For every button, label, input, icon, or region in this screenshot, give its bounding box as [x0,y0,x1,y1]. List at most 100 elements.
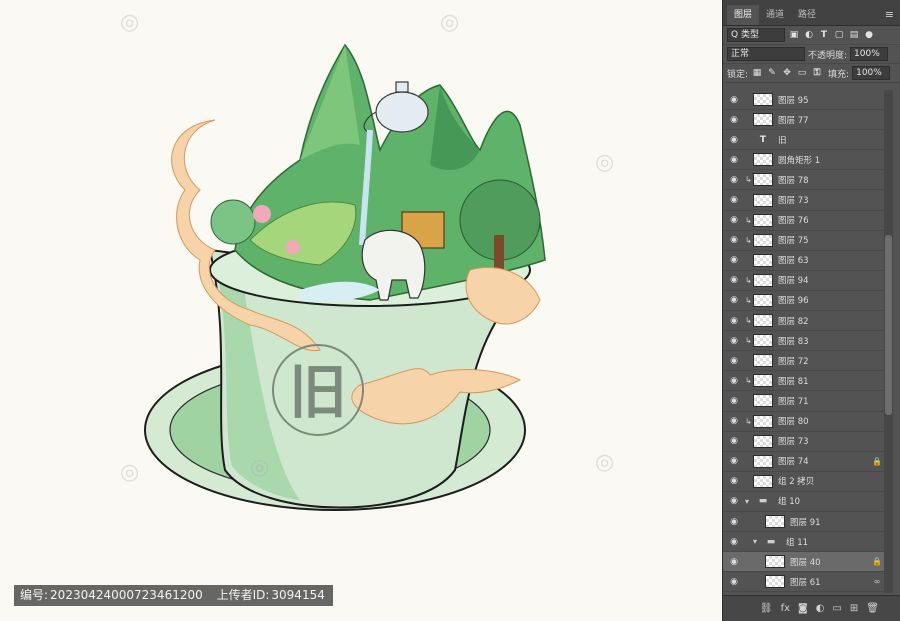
visibility-eye-icon[interactable]: ◉ [723,557,745,567]
visibility-eye-icon[interactable]: ◉ [723,316,745,326]
adjustment-layer-icon[interactable]: ◐ [816,603,825,614]
layer-row[interactable]: ◉ ↳ 图层 75 [723,231,885,251]
layer-row[interactable]: ◉ ↳ 图层 83 [723,331,885,352]
visibility-eye-icon[interactable]: ◉ [723,95,745,105]
visibility-eye-icon[interactable]: ◉ [723,215,745,225]
visibility-eye-icon[interactable]: ◉ [723,175,745,185]
layer-row[interactable]: ◉ ↳ 图层 82 [723,311,885,332]
visibility-eye-icon[interactable]: ◉ [723,275,745,285]
layer-name[interactable]: 图层 75 [778,234,885,246]
visibility-eye-icon[interactable]: ◉ [723,476,745,486]
layer-name[interactable]: 图层 80 [778,415,885,427]
layer-name[interactable]: 图层 91 [790,516,885,528]
visibility-eye-icon[interactable]: ◉ [723,396,745,406]
new-layer-icon[interactable]: ⊞ [850,603,858,614]
layer-name[interactable]: 组 2 拷贝 [778,475,885,487]
opacity-input[interactable]: 100% [850,47,889,61]
visibility-eye-icon[interactable]: ◉ [723,195,745,205]
layer-row[interactable]: ◉ ↳ 图层 78 [723,170,885,191]
tab-channels[interactable]: 通道 [759,5,791,25]
layer-name[interactable]: 图层 95 [778,94,885,106]
layer-name[interactable]: 组 11 [786,536,885,548]
tab-paths[interactable]: 路径 [791,5,823,25]
smart-object-filter-icon[interactable]: ▤ [848,29,860,41]
visibility-eye-icon[interactable]: ◉ [723,537,745,547]
layer-row[interactable]: ◉ 图层 95 [723,90,885,111]
visibility-eye-icon[interactable]: ◉ [723,115,745,125]
layer-name[interactable]: 图层 71 [778,395,885,407]
layer-row[interactable]: ◉ ▾ ▬ 组 10 [723,492,885,512]
type-filter-icon[interactable]: T [818,29,830,41]
visibility-eye-icon[interactable]: ◉ [723,517,745,527]
fill-input[interactable]: 100% [852,66,891,80]
canvas[interactable]: 旧 ◎ ◎ ◎ ◎ ◎ ◎ ◎ 编号:20230424000723461200 … [0,0,722,621]
layer-name[interactable]: 图层 82 [778,315,885,327]
visibility-eye-icon[interactable]: ◉ [723,295,745,305]
visibility-eye-icon[interactable]: ◉ [723,436,745,446]
image-filter-icon[interactable]: ▣ [788,29,800,41]
layer-name[interactable]: 组 10 [778,495,885,507]
link-layers-icon[interactable]: ⛓ [760,603,773,614]
layer-row[interactable]: ◉ 组 2 拷贝 [723,472,885,492]
layer-row[interactable]: ◉ 图层 73 [723,432,885,452]
layer-name[interactable]: 图层 73 [778,435,885,447]
adjustment-filter-icon[interactable]: ◐ [803,29,815,41]
visibility-eye-icon[interactable]: ◉ [723,356,745,366]
visibility-eye-icon[interactable]: ◉ [723,235,745,245]
hamburger-icon[interactable]: ≡ [885,8,894,21]
layer-row[interactable]: ◉ 图层 40 🔒 [723,552,885,573]
lock-position-icon[interactable]: ✥ [781,67,793,79]
layer-name[interactable]: 图层 81 [778,375,885,387]
layer-name[interactable]: 图层 96 [778,294,885,306]
layer-name[interactable]: 图层 40 [790,556,869,568]
add-mask-icon[interactable]: ◙ [798,603,808,614]
layer-name[interactable]: 图层 94 [778,274,885,286]
layer-row[interactable]: ◉ 图层 73 [723,190,885,211]
lock-transparent-icon[interactable]: ▦ [751,67,763,79]
layer-name[interactable]: 旧 [778,134,885,146]
layer-row[interactable]: ◉ 图层 77 [723,110,885,131]
visibility-eye-icon[interactable]: ◉ [723,255,745,265]
visibility-eye-icon[interactable]: ◉ [723,456,745,466]
layer-name[interactable]: 图层 63 [778,254,885,266]
layer-name[interactable]: 图层 61 [790,576,869,588]
layer-row[interactable]: ◉ 图层 74 🔒 [723,452,885,472]
layer-row[interactable]: ◉ 圆角矩形 1 [723,150,885,171]
layer-name[interactable]: 图层 77 [778,114,885,126]
lock-all-icon[interactable]: ⚿ [811,67,823,79]
layer-row[interactable]: ◉ 图层 63 [723,251,885,271]
filter-kind-select[interactable]: Q 类型 [727,28,785,42]
layer-row[interactable]: ◉ T 旧 [723,130,885,151]
visibility-eye-icon[interactable]: ◉ [723,336,745,346]
layer-row[interactable]: ◉ ↳ 图层 94 [723,271,885,291]
visibility-eye-icon[interactable]: ◉ [723,416,745,426]
fx-icon[interactable]: fx [781,603,790,614]
lock-image-icon[interactable]: ✎ [766,67,778,79]
layer-name[interactable]: 图层 72 [778,355,885,367]
layer-row[interactable]: ◉ 图层 61 ∞ [723,572,885,593]
layer-row[interactable]: ◉ ↳ 图层 81 [723,371,885,392]
visibility-eye-icon[interactable]: ◉ [723,496,745,506]
shape-filter-icon[interactable]: ▢ [833,29,845,41]
scrollbar-thumb[interactable] [885,235,892,415]
layer-name[interactable]: 图层 83 [778,335,885,347]
visibility-eye-icon[interactable]: ◉ [723,577,745,587]
lock-artboard-icon[interactable]: ▭ [796,67,808,79]
layer-row[interactable]: ◉ 图层 71 [723,391,885,412]
layer-row[interactable]: ◉ ↳ 图层 80 [723,412,885,432]
layer-name[interactable]: 图层 74 [778,455,869,467]
visibility-eye-icon[interactable]: ◉ [723,376,745,386]
layer-row[interactable]: ◉ ↳ 图层 76 [723,211,885,231]
layer-name[interactable]: 图层 78 [778,174,885,186]
layer-row[interactable]: ◉ 图层 72 [723,351,885,372]
layers-scrollbar[interactable] [884,90,893,593]
layer-name[interactable]: 图层 76 [778,214,885,226]
tab-layers[interactable]: 图层 [727,5,760,25]
layer-name[interactable]: 图层 73 [778,194,885,206]
visibility-eye-icon[interactable]: ◉ [723,135,745,145]
layer-row[interactable]: ◉ 图层 91 [723,512,885,533]
layer-row[interactable]: ◉ ▾ ▬ 组 11 [723,532,885,553]
visibility-eye-icon[interactable]: ◉ [723,155,745,165]
folder-expand-icon[interactable]: ▾ [745,497,753,506]
blend-mode-select[interactable]: 正常 [727,47,805,61]
